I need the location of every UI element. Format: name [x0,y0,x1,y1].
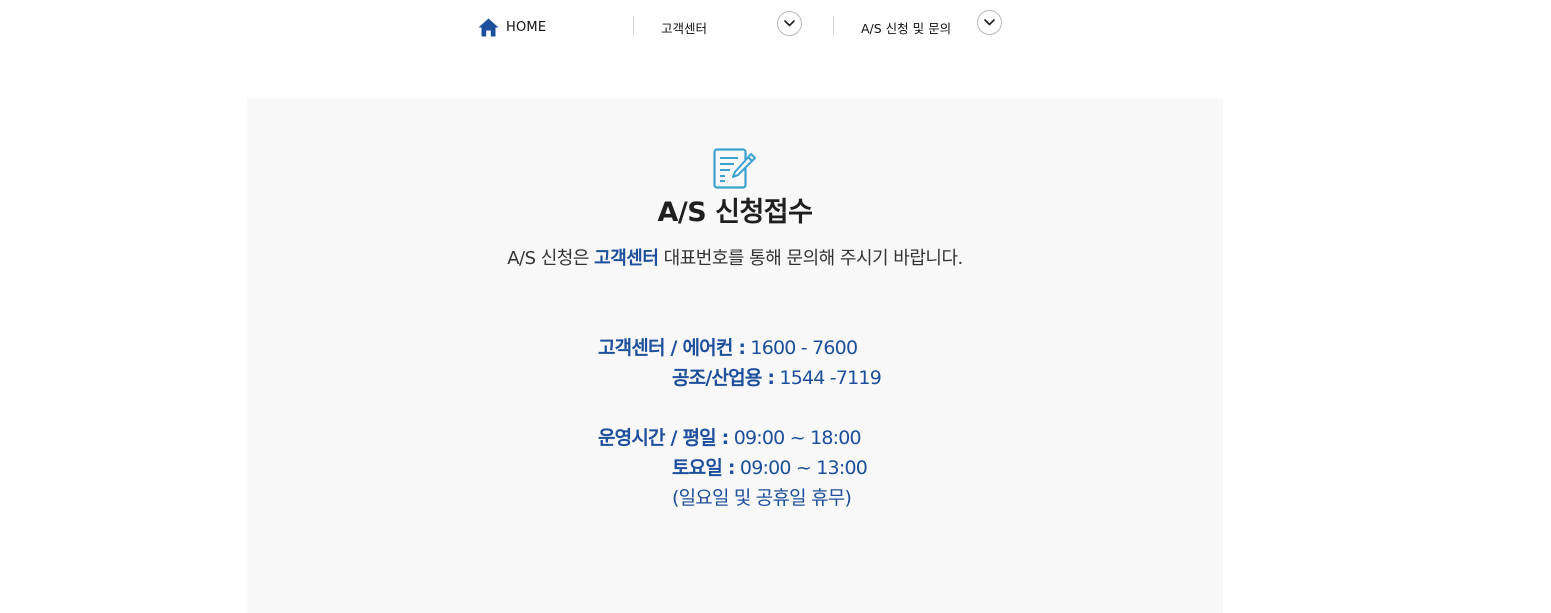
contact-phone: 1544 -7119 [779,367,882,389]
breadcrumb-item-label: 고객센터 [661,20,708,36]
holiday-note-text: (일요일 및 공휴일 휴무) [672,487,852,509]
document-edit-icon [713,148,757,190]
contact-line-aircon: 고객센터 / 에어컨 : 1600 - 7600 [598,335,858,361]
hours-line-saturday: 토요일 : 09:00 ~ 13:00 [672,455,868,481]
contact-phone: 1600 - 7600 [750,337,858,359]
hours-value: 09:00 ~ 13:00 [739,457,868,479]
chevron-down-icon [984,19,995,26]
description-text: A/S 신청은 [507,248,589,269]
chevron-down-icon [784,20,795,27]
description-text: 대표번호를 통해 문의해 주시기 바랍니다. [663,248,964,269]
contact-line-industrial: 공조/산업용 : 1544 -7119 [672,365,882,391]
breadcrumb-dropdown-button[interactable] [977,10,1002,35]
breadcrumb-divider [833,16,834,36]
breadcrumb-item-label: A/S 신청 및 문의 [861,20,952,36]
home-icon [478,18,499,37]
holiday-note: (일요일 및 공휴일 휴무) [672,485,852,511]
hours-line-weekday: 운영시간 / 평일 : 09:00 ~ 18:00 [598,425,862,451]
breadcrumb-home-label: HOME [506,19,547,35]
contact-label: 공조/산업용 : [672,367,775,389]
description-highlight: 고객센터 [594,248,659,269]
breadcrumb: HOME 고객센터 A/S 신청 및 문의 [0,0,1551,52]
contact-label: 고객센터 / 에어컨 : [598,337,746,359]
hours-label: 토요일 : [672,457,735,479]
as-request-panel: A/S 신청접수 A/S 신청은 고객센터 대표번호를 통해 문의해 주시기 바… [247,98,1223,613]
page-title: A/S 신청접수 [657,197,813,228]
breadcrumb-item-customer-center[interactable]: 고객센터 [661,13,707,41]
breadcrumb-item-as-request[interactable]: A/S 신청 및 문의 [861,13,951,41]
page-description: A/S 신청은 고객센터 대표번호를 통해 문의해 주시기 바랍니다. [247,244,1223,270]
breadcrumb-dropdown-button[interactable] [777,11,802,36]
breadcrumb-divider [633,16,634,36]
hours-value: 09:00 ~ 18:00 [733,427,862,449]
breadcrumb-home-link[interactable]: HOME [478,15,546,39]
hours-label: 운영시간 / 평일 : [598,427,729,449]
